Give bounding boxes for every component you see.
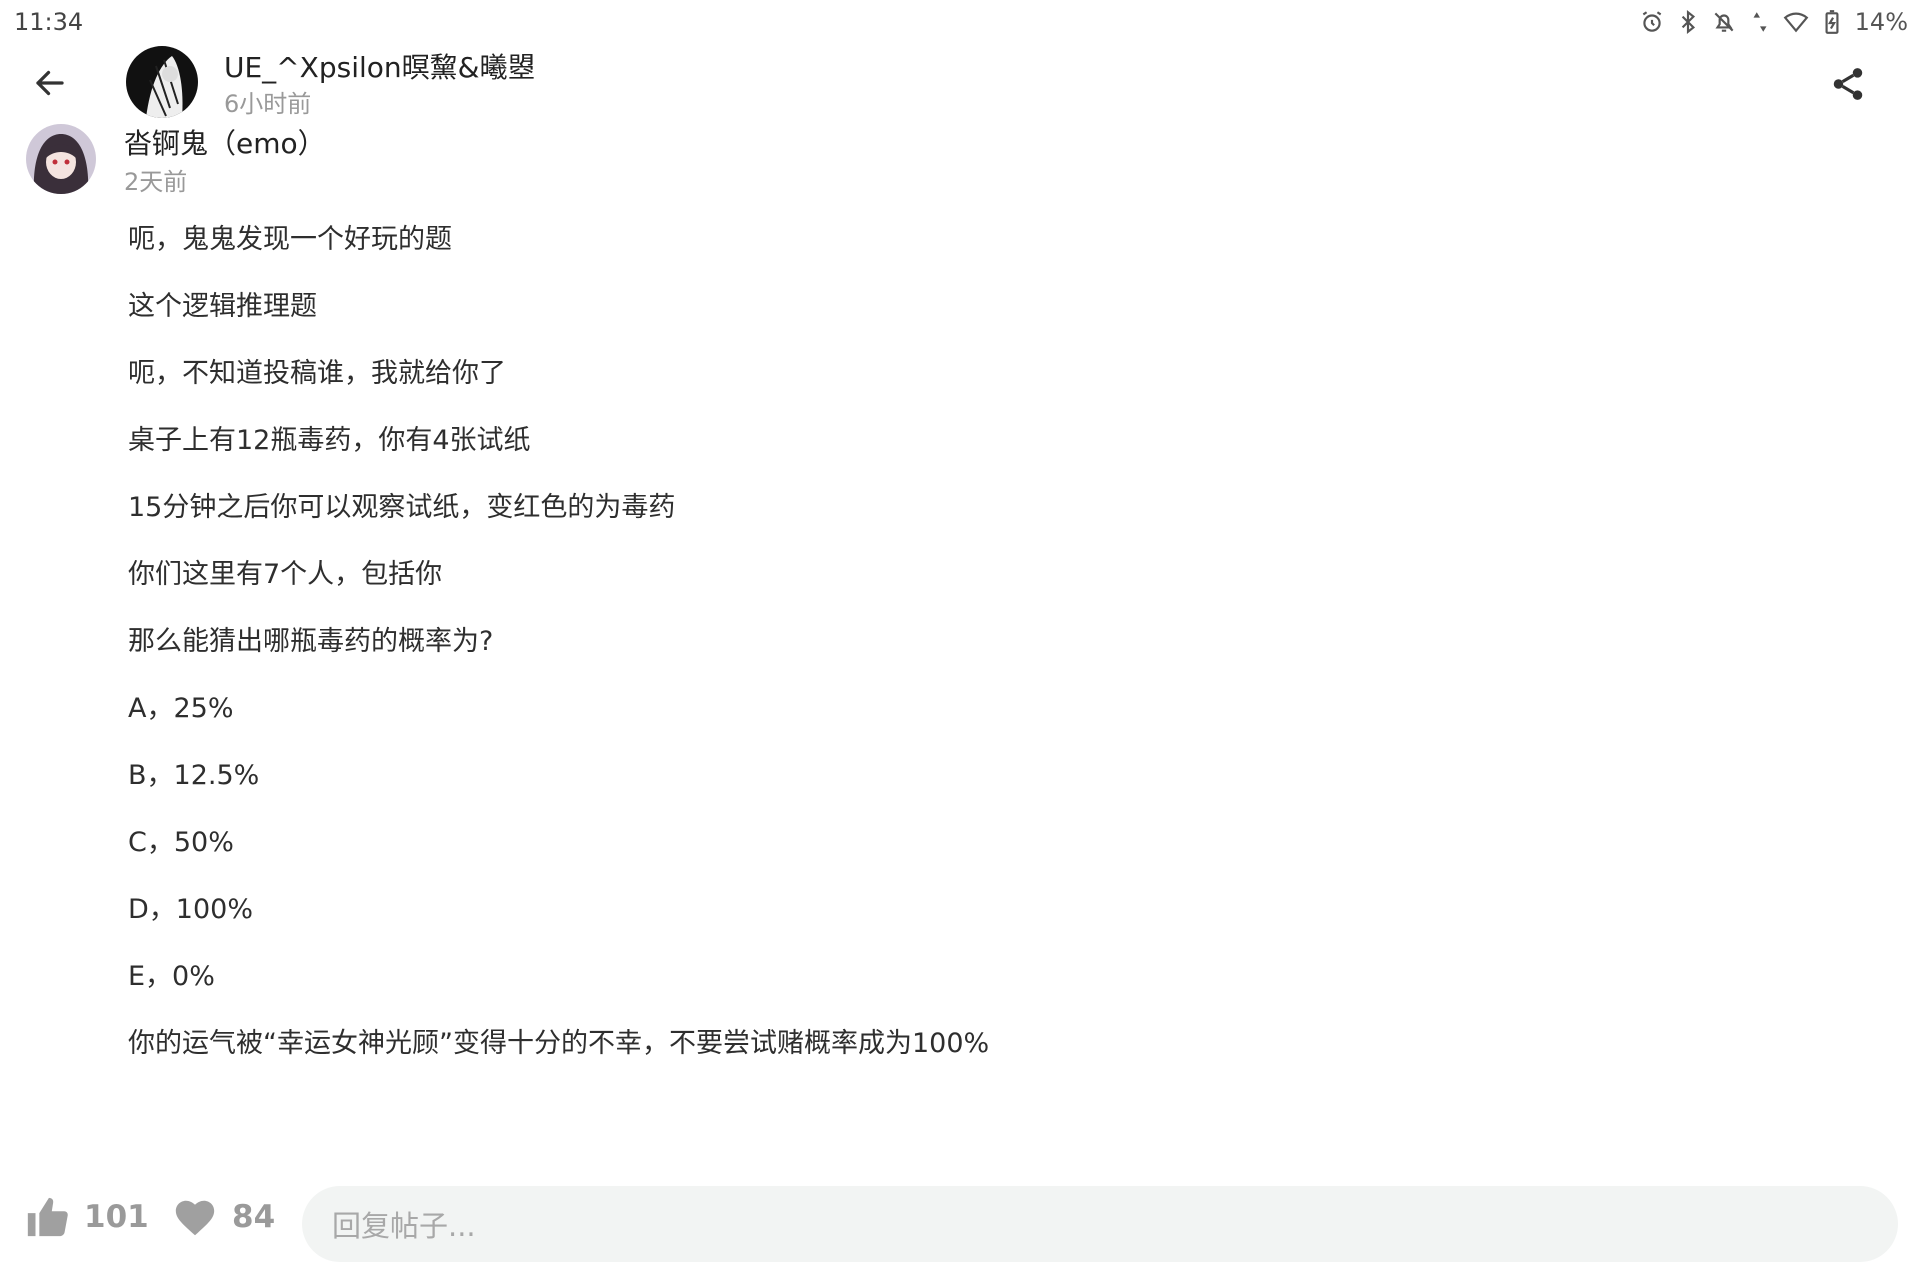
comment-line: 15分钟之后你可以观察试纸，变红色的为毒药 — [128, 492, 676, 523]
comment-line: 这个逻辑推理题 — [128, 291, 317, 322]
author-avatar-image — [126, 46, 198, 118]
commenter-name[interactable]: 沓锕鬼（emo） — [124, 122, 326, 162]
comment-line: 呃，鬼鬼发现一个好玩的题 — [128, 224, 452, 255]
heart-icon — [175, 1200, 215, 1236]
alarm-icon — [1642, 11, 1661, 32]
share-button[interactable] — [1824, 60, 1872, 108]
status-icons: 14% — [1639, 8, 1908, 36]
reply-input[interactable]: 回复帖子... — [302, 1186, 1898, 1262]
back-button[interactable] — [28, 61, 72, 105]
like-button[interactable]: 101 — [24, 1194, 149, 1240]
comment-line: 桌子上有12瓶毒药，你有4张试纸 — [128, 425, 531, 456]
comment-line: D，100% — [128, 894, 253, 925]
bottom-action-bar: 101 84 回复帖子... — [0, 1180, 1920, 1264]
favorite-button[interactable]: 84 — [172, 1194, 275, 1240]
post-header: UE_^Xpsilon暝黧&曦曌 6小时前 — [0, 44, 1920, 124]
comment-time: 2天前 — [124, 168, 188, 196]
reply-placeholder: 回复帖子... — [332, 1209, 476, 1243]
arrow-back-icon — [36, 70, 64, 96]
commenter-avatar-image — [26, 124, 96, 194]
post-time: 6小时前 — [224, 90, 312, 118]
comment-body: 呃，鬼鬼发现一个好玩的题 这个逻辑推理题 呃，不知道投稿谁，我就给你了 桌子上有… — [128, 220, 1828, 1091]
author-name[interactable]: UE_^Xpsilon暝黧&曦曌 — [224, 46, 535, 86]
commenter-avatar[interactable] — [26, 124, 96, 194]
comment-line: E，0% — [128, 961, 215, 992]
comment-line: 你的运气被“幸运女神光顾”变得十分的不幸，不要尝试赌概率成为100% — [128, 1028, 990, 1059]
comment-line: A，25% — [128, 693, 234, 724]
comment-line: 你们这里有7个人，包括你 — [128, 559, 443, 590]
battery-level: 14% — [1854, 8, 1908, 36]
bluetooth-icon — [1681, 9, 1695, 35]
like-count: 101 — [84, 1199, 149, 1235]
comment-line: B，12.5% — [128, 760, 260, 791]
data-arrows-icon — [1753, 12, 1767, 32]
comment-line: 那么能猜出哪瓶毒药的概率为? — [128, 626, 494, 657]
comment-line: 呃，不知道投稿谁，我就给你了 — [128, 358, 506, 389]
comment-line: C，50% — [128, 827, 234, 858]
favorite-count: 84 — [232, 1199, 276, 1235]
battery-icon — [1825, 10, 1839, 34]
status-bar: 11:34 14% — [0, 0, 1920, 44]
wifi-icon — [1783, 12, 1809, 33]
thumbs-up-icon — [27, 1197, 68, 1237]
author-avatar[interactable] — [126, 46, 198, 118]
status-time: 11:34 — [14, 8, 84, 36]
share-icon — [1833, 68, 1863, 100]
notifications-off-icon — [1714, 12, 1734, 32]
